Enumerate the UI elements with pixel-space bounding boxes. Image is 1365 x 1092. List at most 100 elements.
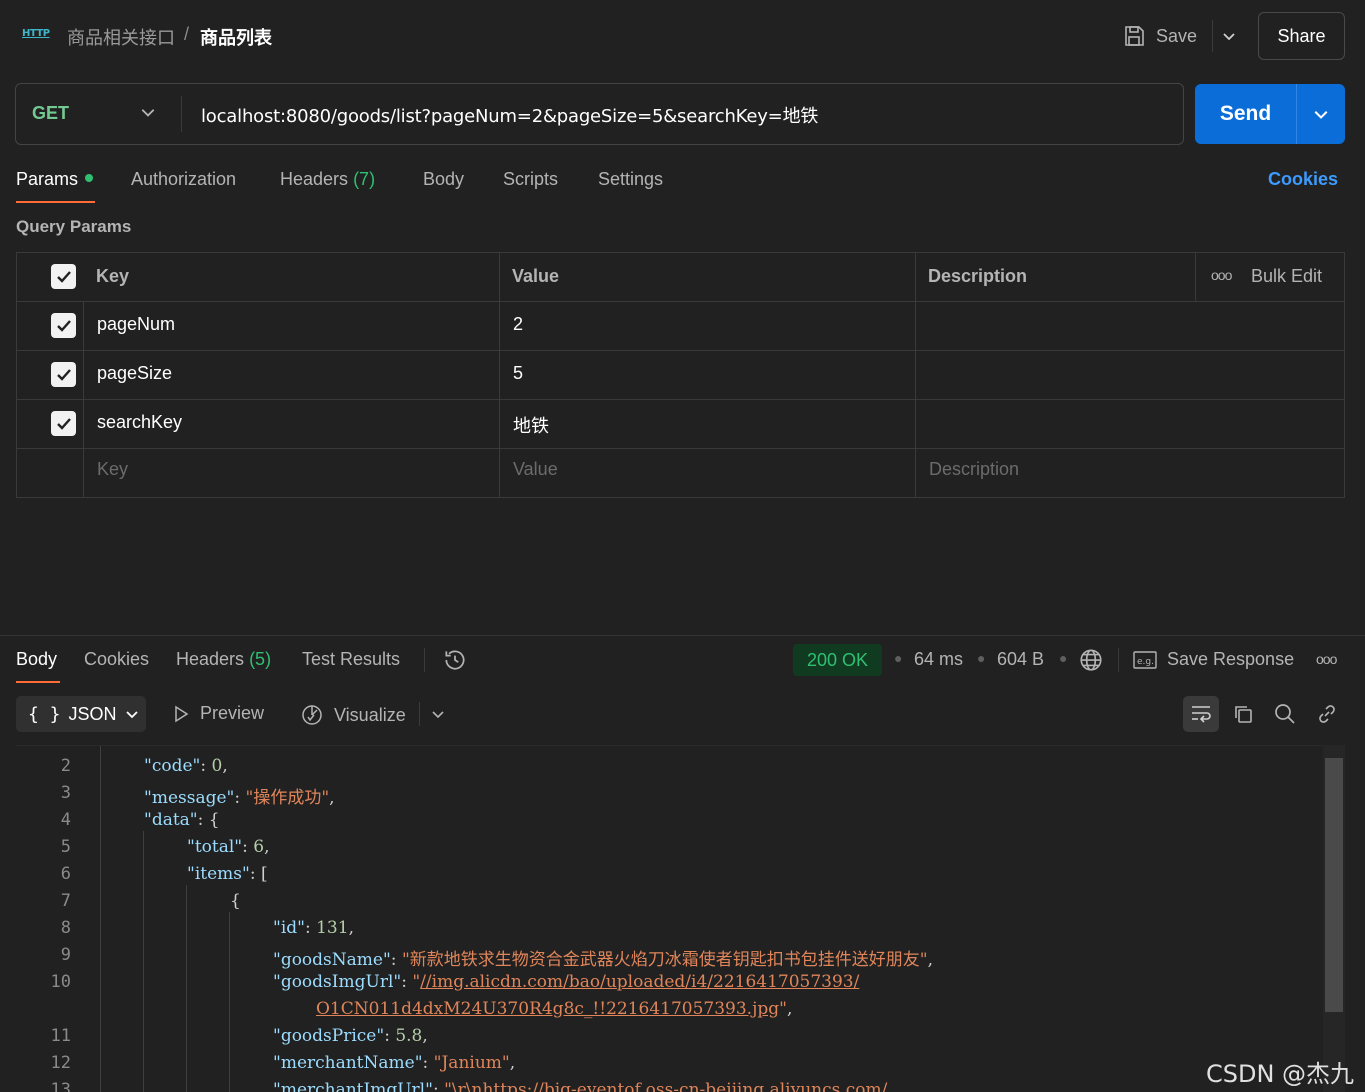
braces-icon: { } bbox=[28, 703, 61, 725]
url-input[interactable]: localhost:8080/goods/list?pageNum=2&page… bbox=[201, 102, 818, 128]
divider bbox=[419, 702, 420, 726]
format-select[interactable]: { } JSON bbox=[16, 696, 146, 732]
save-button[interactable]: Save bbox=[1122, 20, 1197, 52]
param-value[interactable]: 地铁 bbox=[513, 412, 549, 438]
response-tab-headers-count: (5) bbox=[249, 649, 272, 669]
link-icon bbox=[1319, 705, 1335, 723]
param-key[interactable]: searchKey bbox=[97, 412, 182, 433]
search-button[interactable] bbox=[1267, 696, 1303, 732]
more-options-icon[interactable]: ooo bbox=[1316, 651, 1337, 667]
active-tab-indicator bbox=[16, 681, 60, 683]
code-line: "id": 131, bbox=[273, 918, 354, 938]
tab-settings[interactable]: Settings bbox=[598, 169, 663, 190]
code-line: "goodsName": "新款地铁求生物资合金武器火焰刀冰霜使者钥匙扣书包挂件… bbox=[273, 950, 933, 970]
play-icon bbox=[175, 705, 189, 722]
visualize-label: Visualize bbox=[334, 704, 406, 725]
param-checkbox[interactable] bbox=[51, 362, 76, 387]
copy-button[interactable] bbox=[1225, 696, 1261, 732]
line-number: 8 bbox=[60, 918, 71, 938]
save-options-button[interactable] bbox=[1212, 20, 1244, 52]
preview-label: Preview bbox=[200, 703, 265, 723]
scrollbar-thumb[interactable] bbox=[1325, 758, 1343, 1012]
new-param-key-input[interactable]: Key bbox=[97, 459, 128, 480]
param-value[interactable]: 5 bbox=[513, 363, 523, 384]
response-body-editor[interactable]: 2 3 4 5 6 7 8 9 10 11 12 13 "code": 0, "… bbox=[16, 745, 1345, 1092]
indent-guide bbox=[100, 746, 101, 1092]
send-options-button[interactable] bbox=[1297, 84, 1345, 144]
breadcrumb-parent[interactable]: 商品相关接口 bbox=[67, 24, 175, 50]
select-all-checkbox[interactable] bbox=[51, 264, 76, 289]
row-divider bbox=[16, 448, 1345, 449]
chevron-down-icon[interactable] bbox=[140, 104, 156, 120]
chevron-down-icon bbox=[125, 711, 138, 719]
indent-guide bbox=[186, 885, 187, 1092]
separator-dot: ● bbox=[1059, 650, 1068, 666]
tab-body[interactable]: Body bbox=[423, 169, 464, 190]
checkmark-icon bbox=[56, 319, 71, 332]
new-param-value-input[interactable]: Value bbox=[513, 459, 558, 480]
chevron-down-icon[interactable] bbox=[431, 707, 445, 721]
format-label: JSON bbox=[68, 703, 117, 724]
tab-authorization[interactable]: Authorization bbox=[131, 169, 236, 190]
response-time[interactable]: 64 ms bbox=[914, 649, 963, 670]
tab-headers-count: (7) bbox=[353, 169, 376, 189]
new-param-description-input[interactable]: Description bbox=[929, 459, 1019, 480]
save-example-icon: e.g. bbox=[1133, 650, 1157, 669]
method-select[interactable]: GET bbox=[32, 103, 69, 124]
search-icon bbox=[1275, 704, 1295, 724]
tab-headers-label: Headers bbox=[280, 169, 349, 189]
cookies-link[interactable]: Cookies bbox=[1268, 169, 1338, 190]
tab-params[interactable]: Params bbox=[16, 169, 94, 190]
row-divider bbox=[16, 301, 1345, 302]
response-size[interactable]: 604 B bbox=[997, 649, 1044, 670]
checkmark-icon bbox=[56, 417, 71, 430]
watermark: CSDN @杰九 bbox=[1206, 1060, 1355, 1088]
divider bbox=[1118, 648, 1119, 672]
tab-scripts[interactable]: Scripts bbox=[503, 169, 558, 190]
response-divider[interactable] bbox=[0, 635, 1365, 636]
line-number: 7 bbox=[60, 891, 71, 911]
status-badge[interactable]: 200 OK bbox=[793, 644, 882, 676]
param-checkbox[interactable] bbox=[51, 313, 76, 338]
response-tab-body[interactable]: Body bbox=[16, 649, 57, 670]
param-value[interactable]: 2 bbox=[513, 314, 523, 335]
preview-button[interactable]: Preview bbox=[172, 703, 264, 724]
response-tab-headers[interactable]: Headers (5) bbox=[176, 649, 271, 670]
more-options-icon[interactable]: ooo bbox=[1211, 267, 1232, 283]
history-icon[interactable] bbox=[442, 647, 468, 673]
chevron-down-icon bbox=[1314, 110, 1328, 119]
response-tab-cookies[interactable]: Cookies bbox=[84, 649, 149, 670]
send-button[interactable]: Send bbox=[1195, 84, 1296, 144]
image-url-link[interactable]: O1CN011d4dxM24U370R4g8c_!!2216417057393.… bbox=[316, 999, 779, 1019]
param-checkbox[interactable] bbox=[51, 411, 76, 436]
col-divider bbox=[915, 252, 916, 498]
link-button[interactable] bbox=[1309, 696, 1345, 732]
col-divider bbox=[499, 252, 500, 498]
breadcrumb-current[interactable]: 商品列表 bbox=[200, 24, 272, 50]
breadcrumb-separator: / bbox=[184, 24, 190, 44]
globe-icon[interactable] bbox=[1078, 647, 1104, 673]
svg-text:e.g.: e.g. bbox=[1137, 657, 1154, 667]
code-line: "message": "操作成功", bbox=[144, 788, 335, 808]
code-line: "goodsPrice": 5.8, bbox=[273, 1026, 428, 1046]
code-line: "goodsImgUrl": "//img.alicdn.com/bao/upl… bbox=[273, 972, 860, 992]
visualize-button[interactable]: Visualize bbox=[300, 703, 406, 727]
tab-headers[interactable]: Headers (7) bbox=[280, 169, 375, 190]
response-tab-test-results[interactable]: Test Results bbox=[302, 649, 400, 670]
code-line: "merchantImgUrl": "\r\nhttps://big-event… bbox=[273, 1080, 888, 1092]
param-key[interactable]: pageNum bbox=[97, 314, 175, 335]
share-button[interactable]: Share bbox=[1258, 12, 1345, 60]
line-number: 5 bbox=[60, 837, 71, 857]
bulk-edit-button[interactable]: Bulk Edit bbox=[1251, 266, 1322, 287]
image-url-link[interactable]: //img.alicdn.com/bao/uploaded/i4/2216417… bbox=[420, 972, 859, 992]
code-line: O1CN011d4dxM24U370R4g8c_!!2216417057393.… bbox=[316, 999, 793, 1019]
column-header-key: Key bbox=[96, 266, 130, 286]
param-key[interactable]: pageSize bbox=[97, 363, 172, 384]
wrap-lines-button[interactable] bbox=[1183, 696, 1219, 732]
wrap-lines-icon bbox=[1192, 706, 1211, 723]
query-params-table bbox=[16, 252, 1345, 498]
copy-icon bbox=[1235, 706, 1252, 723]
col-divider bbox=[83, 301, 84, 498]
save-response-button[interactable]: e.g. Save Response bbox=[1133, 649, 1294, 670]
line-number: 3 bbox=[60, 783, 71, 803]
